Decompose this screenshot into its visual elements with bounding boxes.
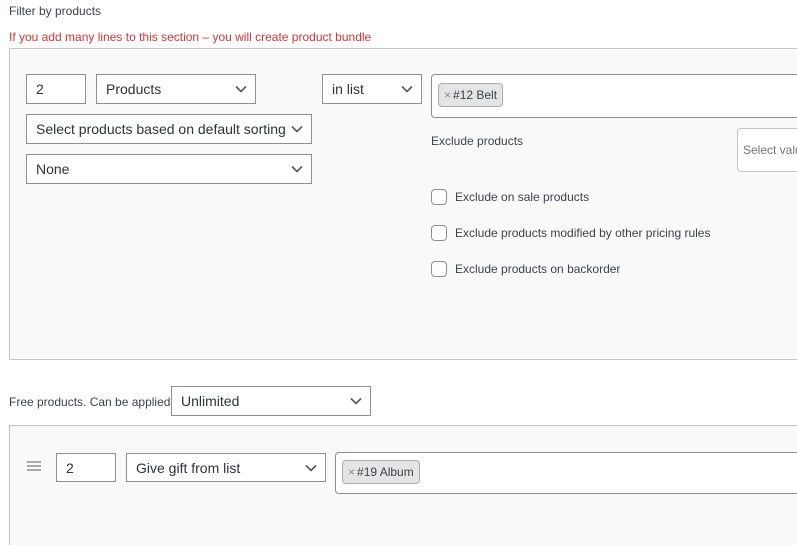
extra-select[interactable]: None bbox=[26, 154, 312, 184]
filter-type-select[interactable]: Products bbox=[96, 74, 256, 104]
exclude-backorder-label: Exclude products on backorder bbox=[455, 262, 621, 276]
sorting-select[interactable]: Select products based on default sorting bbox=[26, 114, 312, 144]
exclude-on-sale-label: Exclude on sale products bbox=[455, 190, 590, 204]
exclude-products-select[interactable]: Select values bbox=[737, 128, 797, 172]
product-tag-label: #19 Album bbox=[357, 465, 414, 479]
gift-products-multiselect[interactable]: × #19 Album bbox=[335, 452, 797, 494]
exclude-backorder-checkbox[interactable] bbox=[431, 261, 447, 277]
exclude-on-sale-row[interactable]: Exclude on sale products bbox=[431, 189, 589, 205]
product-tag[interactable]: × #19 Album bbox=[342, 460, 420, 484]
gift-mode-select[interactable]: Give gift from list bbox=[126, 453, 326, 482]
remove-tag-icon[interactable]: × bbox=[444, 88, 451, 102]
product-tag-label: #12 Belt bbox=[453, 88, 498, 102]
exclude-modified-label: Exclude products modified by other prici… bbox=[455, 226, 711, 240]
gift-quantity-value: 2 bbox=[66, 459, 74, 476]
exclude-modified-row[interactable]: Exclude products modified by other prici… bbox=[431, 225, 710, 241]
chevron-down-icon bbox=[350, 397, 362, 405]
filter-condition-value: in list bbox=[332, 81, 364, 97]
free-limit-value: Unlimited bbox=[181, 393, 240, 409]
chevron-down-icon bbox=[291, 165, 303, 173]
chevron-down-icon bbox=[305, 464, 317, 472]
filter-section-title: Filter by products bbox=[9, 4, 102, 18]
product-tag[interactable]: × #12 Belt bbox=[438, 83, 504, 107]
filter-condition-select[interactable]: in list bbox=[322, 74, 422, 104]
chevron-down-icon bbox=[291, 125, 303, 133]
gift-quantity-input[interactable]: 2 bbox=[56, 453, 116, 482]
chevron-down-icon bbox=[235, 85, 247, 93]
sorting-value: Select products based on default sorting bbox=[36, 121, 286, 137]
chevron-down-icon bbox=[401, 85, 413, 93]
exclude-on-sale-checkbox[interactable] bbox=[431, 189, 447, 205]
free-limit-select[interactable]: Unlimited bbox=[171, 386, 371, 416]
remove-tag-icon[interactable]: × bbox=[348, 465, 355, 479]
bundle-warning: If you add many lines to this section – … bbox=[9, 30, 372, 44]
filter-quantity-input[interactable]: 2 bbox=[26, 74, 86, 104]
exclude-products-placeholder: Select values bbox=[743, 143, 797, 157]
filter-products-multiselect[interactable]: × #12 Belt bbox=[431, 74, 797, 118]
free-products-label: Free products. Can be applied bbox=[9, 395, 171, 409]
gift-mode-value: Give gift from list bbox=[136, 459, 241, 476]
exclude-products-label: Exclude products bbox=[431, 134, 524, 148]
filter-quantity-value: 2 bbox=[36, 81, 44, 97]
filter-type-value: Products bbox=[106, 81, 162, 97]
drag-handle-icon[interactable] bbox=[27, 461, 41, 471]
exclude-backorder-row[interactable]: Exclude products on backorder bbox=[431, 261, 620, 277]
extra-value: None bbox=[36, 161, 70, 177]
exclude-modified-checkbox[interactable] bbox=[431, 225, 447, 241]
